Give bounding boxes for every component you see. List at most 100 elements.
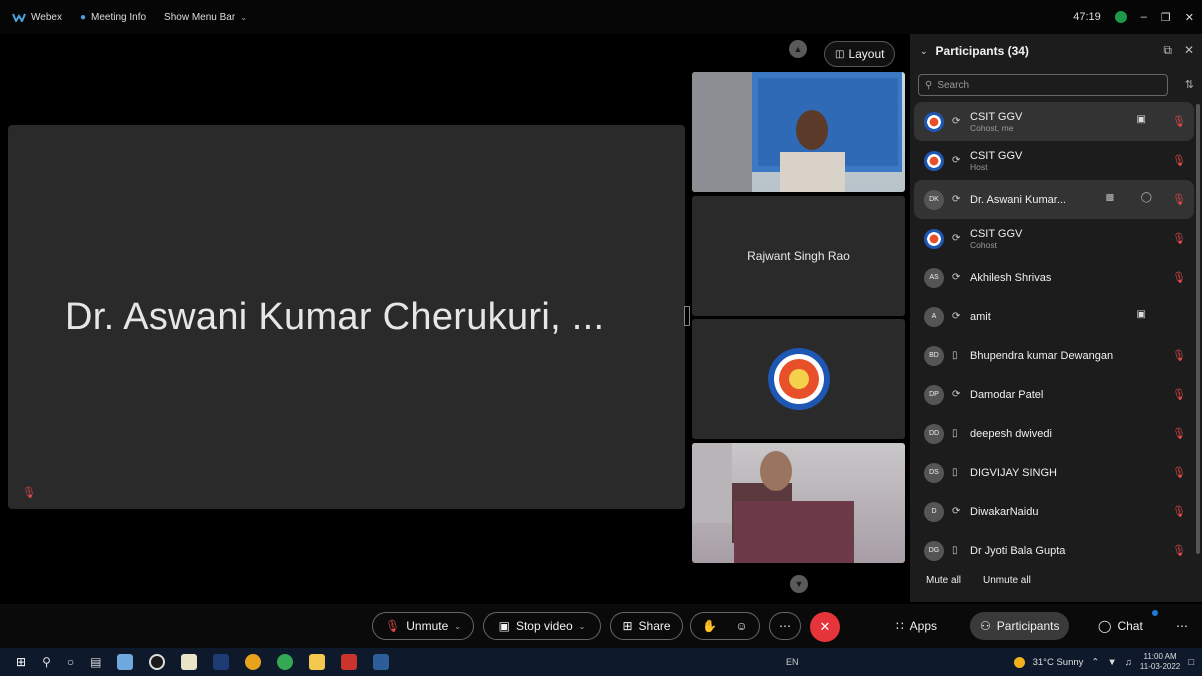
chevron-down-icon: ⌄ (240, 12, 247, 22)
network-icon: ▼ (1107, 656, 1117, 668)
phone-audio-icon: ⟳ (952, 311, 961, 322)
scroll-down-button[interactable]: ▼ (790, 575, 808, 593)
video-tile-participant-3[interactable] (692, 319, 905, 439)
show-menu-bar-button[interactable]: Show Menu Bar ⌄ (164, 12, 247, 23)
browser-icon[interactable] (277, 654, 294, 670)
avatar: DG (924, 540, 944, 561)
maps-icon[interactable] (149, 654, 166, 670)
unmute-all-button[interactable]: Unmute all (983, 575, 1031, 586)
participant-list-scrollbar[interactable] (1196, 104, 1200, 554)
cortana-icon[interactable]: ○ (67, 655, 74, 669)
collapse-up-button[interactable]: ▲ (789, 40, 807, 58)
participant-role: Host (970, 161, 988, 172)
avatar (924, 150, 944, 171)
participant-row[interactable]: DS ▯ DIGVIJAY SINGH 🎙 (914, 453, 1194, 492)
weather-text[interactable]: 31°C Sunny (1033, 657, 1084, 668)
popout-icon[interactable]: ⧉ (1163, 43, 1172, 58)
task-view-icon[interactable]: ▤ (90, 655, 101, 669)
sort-icon[interactable]: ⇅ (1185, 78, 1194, 91)
video-tile-participant-1[interactable] (692, 72, 905, 192)
stop-video-label: Stop video (515, 619, 573, 633)
system-clock[interactable]: 11:00 AM 11-03-2022 (1140, 652, 1180, 672)
participant-row[interactable]: ⟳ CSIT GGV Cohost, me ▣ 🎙 (914, 102, 1194, 141)
phone-audio-icon: ⟳ (952, 506, 961, 517)
windows-start-icon[interactable]: ⊞ (16, 655, 26, 669)
computer-audio-icon: ▯ (952, 545, 958, 556)
meeting-info-button[interactable]: ● Meeting Info (80, 12, 146, 23)
participant-row[interactable]: D ⟳ DiwakarNaidu 🎙 (914, 492, 1194, 531)
participant-list: ⟳ CSIT GGV Cohost, me ▣ 🎙 ⟳ CSIT GGV Hos… (914, 102, 1194, 570)
unmute-button[interactable]: 🎙 Unmute ⌄ (372, 612, 474, 640)
minimize-icon[interactable]: – (1141, 11, 1147, 23)
mic-muted-icon: 🎙 (385, 619, 401, 633)
participant-row[interactable]: AS ⟳ Akhilesh Shrivas 🎙 (914, 258, 1194, 297)
participant-name: Dr Jyoti Bala Gupta (970, 544, 1066, 557)
avatar: A (924, 306, 944, 327)
chevron-down-icon: ⌄ (920, 45, 928, 56)
apps-button[interactable]: ∷ Apps (896, 612, 937, 640)
status-indicator-icon (1114, 11, 1127, 23)
participant-row[interactable]: BD ▯ Bhupendra kumar Dewangan 🎙 (914, 336, 1194, 375)
photoshop-icon[interactable] (213, 654, 230, 670)
restore-icon[interactable]: ❐ (1161, 11, 1171, 24)
mic-muted-icon: 🎙 (1172, 350, 1186, 362)
active-speaker-tile[interactable]: Dr. Aswani Kumar Cherukuri, ... 🎙 (8, 125, 685, 509)
participant-search-input[interactable]: ⚲ Search (918, 74, 1168, 96)
webex-taskbar-icon[interactable] (373, 654, 390, 670)
participants-icon: ⚇ (980, 619, 991, 633)
chevron-down-icon: ▼ (794, 579, 804, 589)
taskbar-app-icon[interactable] (117, 654, 134, 670)
participant-row[interactable]: DD ▯ deepesh dwivedi 🎙 (914, 414, 1194, 453)
notifications-icon[interactable]: □ (1188, 657, 1194, 668)
mic-muted-icon: 🎙 (1172, 116, 1186, 128)
participants-panel-title: Participants (34) (935, 44, 1029, 58)
close-icon[interactable]: ✕ (1184, 43, 1194, 58)
chat-app-icon[interactable] (181, 654, 198, 670)
raise-hand-icon[interactable]: ✋ (702, 619, 717, 633)
reactions-icon[interactable]: ☺ (735, 619, 747, 633)
participant-row[interactable]: A ⟳ amit ▣ (914, 297, 1194, 336)
leave-meeting-button[interactable]: ✕ (810, 612, 840, 642)
close-icon: ✕ (819, 619, 831, 634)
participant-row[interactable]: DK ⟳ Dr. Aswani Kumar... ▩ ◯ 🎙 (914, 180, 1194, 219)
meeting-info-label: Meeting Info (91, 11, 147, 23)
participant-role: Cohost, me (970, 122, 1014, 133)
webex-app-menu[interactable]: Webex (12, 12, 62, 23)
mute-all-button[interactable]: Mute all (926, 575, 961, 586)
powerpoint-icon[interactable] (341, 654, 358, 670)
stop-video-button[interactable]: ▣ Stop video ⌄ (483, 612, 601, 640)
info-shield-icon: ● (79, 11, 86, 23)
computer-audio-icon: ▯ (952, 467, 958, 478)
participants-panel-header[interactable]: ⌄ Participants (34) (910, 34, 1202, 68)
closed-caption-icon: ▩ (1105, 192, 1114, 202)
resize-handle[interactable] (684, 306, 690, 326)
mic-muted-icon: 🎙 (1172, 506, 1186, 518)
video-tile-participant-2[interactable]: Rajwant Singh Rao (692, 196, 905, 316)
reactions-group[interactable]: ✋ ☺ (690, 612, 760, 640)
participant-row[interactable]: ⟳ CSIT GGV Host 🎙 (914, 141, 1194, 180)
close-icon[interactable]: ✕ (1185, 11, 1194, 24)
participant-row[interactable]: DG ▯ Dr Jyoti Bala Gupta 🎙 (914, 531, 1194, 570)
phone-audio-icon: ⟳ (952, 194, 961, 205)
avatar: BD (924, 345, 944, 366)
more-options-button[interactable]: ⋯ (1176, 612, 1188, 640)
language-indicator[interactable]: EN (786, 657, 799, 667)
chat-button[interactable]: ◯ Chat (1098, 612, 1143, 640)
video-tile-participant-4[interactable] (692, 443, 905, 563)
participant-row[interactable]: ⟳ CSIT GGV Cohost 🎙 (914, 219, 1194, 258)
mic-muted-icon: 🎙 (1172, 389, 1186, 401)
participants-button[interactable]: ⚇ Participants (970, 612, 1070, 640)
search-icon[interactable]: ⚲ (42, 655, 51, 669)
more-options-button[interactable]: ⋯ (769, 612, 801, 640)
participant-name: CSIT GGV (970, 227, 1023, 240)
show-menu-bar-label: Show Menu Bar (164, 11, 236, 23)
participant-name: Bhupendra kumar Dewangan (970, 349, 1114, 362)
layout-button[interactable]: ◫ Layout (824, 41, 896, 67)
file-explorer-icon[interactable] (309, 654, 326, 670)
chevron-up-icon[interactable]: ⌃ (1091, 657, 1099, 668)
chat-label: Chat (1117, 619, 1143, 633)
share-button[interactable]: ⊞ Share (610, 612, 683, 640)
participant-row[interactable]: DP ⟳ Damodar Patel 🎙 (914, 375, 1194, 414)
chrome-icon[interactable] (245, 654, 262, 670)
participant-video-image (692, 72, 902, 192)
